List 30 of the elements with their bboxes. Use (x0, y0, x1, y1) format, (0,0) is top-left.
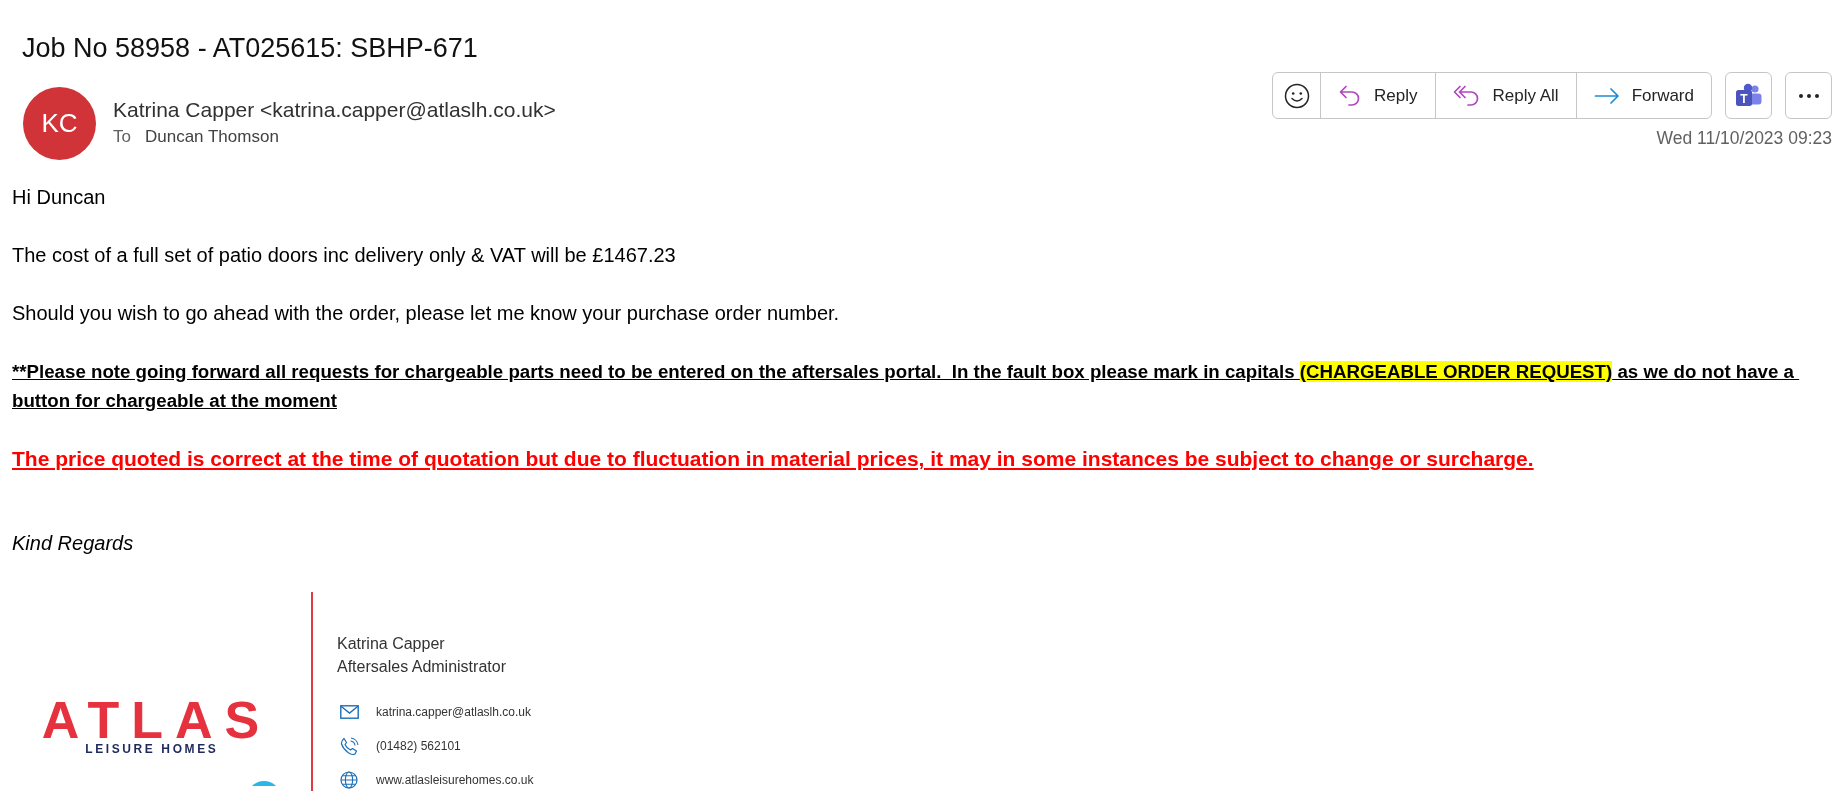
closing-text: Kind Regards (12, 531, 134, 556)
body-text: Hi Duncan (12, 185, 106, 210)
sender-avatar: KC (23, 87, 96, 160)
sender-address: Katrina Capper <katrina.capper@atlaslh.co.uk> (113, 97, 556, 123)
reply-all-arrow-icon (1452, 83, 1481, 108)
forward-button[interactable]: Forward (1575, 73, 1711, 118)
logo-tagline: LEISURE HOMES (85, 742, 219, 757)
price-warning-text: The price quoted is correct at the time of quotation but due to fluctuation in material prices, it may in some instances be subject to change or surcharge. (12, 446, 1534, 472)
email-subject: Job No 58958 - AT025615: SBHP-671 (22, 32, 478, 64)
notice-text: **Please note going forward all requests for chargeable parts need to be entered on the aftersales portal. In the fault box please mark in capitals (CHARGEABLE ORDER REQUEST) as we do not have a button for chargeable at the moment (12, 360, 1795, 413)
app-button[interactable]: T (1725, 72, 1772, 119)
reply-all-button[interactable]: Reply All (1434, 73, 1576, 118)
envelope-icon (340, 705, 359, 719)
phone-number: (01482) 562101 (376, 739, 461, 753)
to-label: To (113, 126, 131, 148)
reply-button[interactable]: Reply (1320, 73, 1435, 118)
recipient-name: Duncan Thomson (144, 126, 279, 148)
forward-arrow-icon (1593, 86, 1620, 105)
body-text: The cost of a full set of patio doors inc delivery only & VAT will be £1467.23 (12, 243, 676, 268)
logo-wordmark: ATLAS (41, 700, 272, 740)
sent-date: Wed 11/10/2023 09:23 (1656, 127, 1832, 150)
website-link[interactable]: www.atlasleisurehomes.co.uk (376, 773, 534, 787)
globe-icon (340, 771, 358, 789)
signature-role: Aftersales Administrator (337, 657, 506, 677)
more-icon (1798, 93, 1819, 98)
phone-icon (340, 736, 359, 756)
signature-name: Katrina Capper (337, 634, 445, 654)
smiley-icon (1283, 82, 1310, 109)
body-text: Should you wish to go ahead with the order, please let me know your purchase order number. (12, 301, 840, 326)
email-link[interactable]: katrina.capper@atlaslh.co.uk (376, 705, 531, 719)
